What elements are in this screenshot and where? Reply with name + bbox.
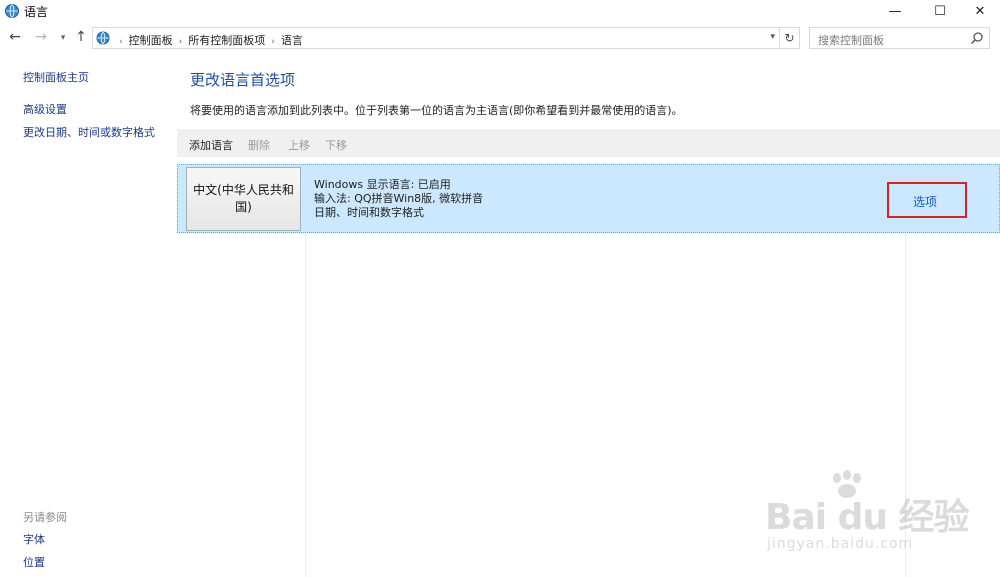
add-language-button[interactable]: 添加语言: [189, 137, 233, 153]
fonts-link[interactable]: 字体: [23, 531, 45, 547]
navigation-bar: ← → ▾ ↑ › 控制面板 › 所有控制面板项 › 语言 ▾ ↻ 搜索控制面板: [0, 27, 1000, 51]
language-toolbar: 添加语言 删除 上移 下移: [177, 129, 1000, 157]
move-up-button[interactable]: 上移: [288, 137, 310, 153]
see-also-heading: 另请参阅: [23, 511, 67, 524]
close-icon: ✕: [974, 3, 986, 19]
breadcrumb-all-items[interactable]: 所有控制面板项: [188, 34, 265, 47]
language-name-tile[interactable]: 中文(中华人民共和国): [186, 167, 301, 231]
forward-arrow-icon[interactable]: →: [32, 29, 50, 45]
breadcrumb-control-panel[interactable]: 控制面板: [129, 34, 173, 47]
search-box[interactable]: 搜索控制面板: [809, 27, 990, 49]
page-description: 将要使用的语言添加到此列表中。位于列表第一位的语言为主语言(即你希望看到并最常使…: [190, 104, 683, 117]
page-title: 更改语言首选项: [190, 71, 296, 89]
move-down-button[interactable]: 下移: [325, 137, 347, 153]
breadcrumb-separator-icon: ›: [178, 37, 183, 47]
baidu-watermark: Bai du 经验 jingyan.baidu.com: [765, 470, 1000, 575]
search-input[interactable]: 搜索控制面板: [818, 32, 884, 48]
close-button[interactable]: ✕: [960, 0, 1000, 22]
window-title: 语言: [24, 5, 49, 19]
control-panel-icon: [96, 31, 110, 45]
breadcrumb-separator-icon: ›: [271, 37, 275, 47]
back-arrow-icon[interactable]: ←: [6, 29, 24, 45]
input-method-list: 输入法: QQ拼音Win8版, 微软拼音: [314, 192, 484, 205]
options-link[interactable]: 选项: [913, 193, 937, 210]
options-highlight-box: 选项: [887, 182, 967, 218]
language-globe-icon: [5, 4, 19, 18]
maximize-icon: ☐: [934, 3, 946, 19]
column-divider: [305, 233, 306, 577]
refresh-icon: ↻: [784, 31, 795, 45]
search-icon[interactable]: [970, 31, 984, 45]
watermark-brand: Bai du 经验: [765, 497, 970, 538]
title-bar: 语言 — ☐ ✕: [0, 0, 1000, 22]
up-arrow-icon[interactable]: ↑: [72, 29, 90, 45]
watermark-url: jingyan.baidu.com: [767, 536, 914, 552]
language-name: 中文(中华人民共和国): [193, 183, 294, 214]
advanced-settings-link[interactable]: 高级设置: [23, 101, 67, 117]
breadcrumb-language[interactable]: 语言: [281, 34, 303, 47]
change-date-time-format-link[interactable]: 更改日期、时间或数字格式: [23, 124, 155, 140]
location-link[interactable]: 位置: [23, 554, 45, 570]
address-dropdown-chevron-icon[interactable]: ▾: [770, 32, 775, 42]
address-bar[interactable]: › 控制面板 › 所有控制面板项 › 语言 ▾: [92, 27, 780, 49]
minimize-icon: —: [888, 3, 902, 19]
breadcrumb-separator-icon: ›: [119, 37, 123, 47]
date-time-format-info: 日期、时间和数字格式: [314, 206, 424, 219]
remove-button[interactable]: 删除: [248, 137, 270, 153]
refresh-button[interactable]: ↻: [780, 27, 800, 49]
control-panel-home-link[interactable]: 控制面板主页: [23, 69, 89, 85]
maximize-button[interactable]: ☐: [920, 0, 960, 22]
breadcrumb: › 控制面板 › 所有控制面板项 › 语言: [113, 32, 303, 48]
display-language-status: Windows 显示语言: 已启用: [314, 178, 451, 191]
language-list-item[interactable]: 中文(中华人民共和国) Windows 显示语言: 已启用 输入法: QQ拼音W…: [177, 164, 1000, 233]
minimize-button[interactable]: —: [875, 0, 915, 22]
recent-locations-chevron-icon[interactable]: ▾: [54, 33, 72, 43]
language-details: Windows 显示语言: 已启用 输入法: QQ拼音Win8版, 微软拼音 日…: [314, 178, 483, 220]
